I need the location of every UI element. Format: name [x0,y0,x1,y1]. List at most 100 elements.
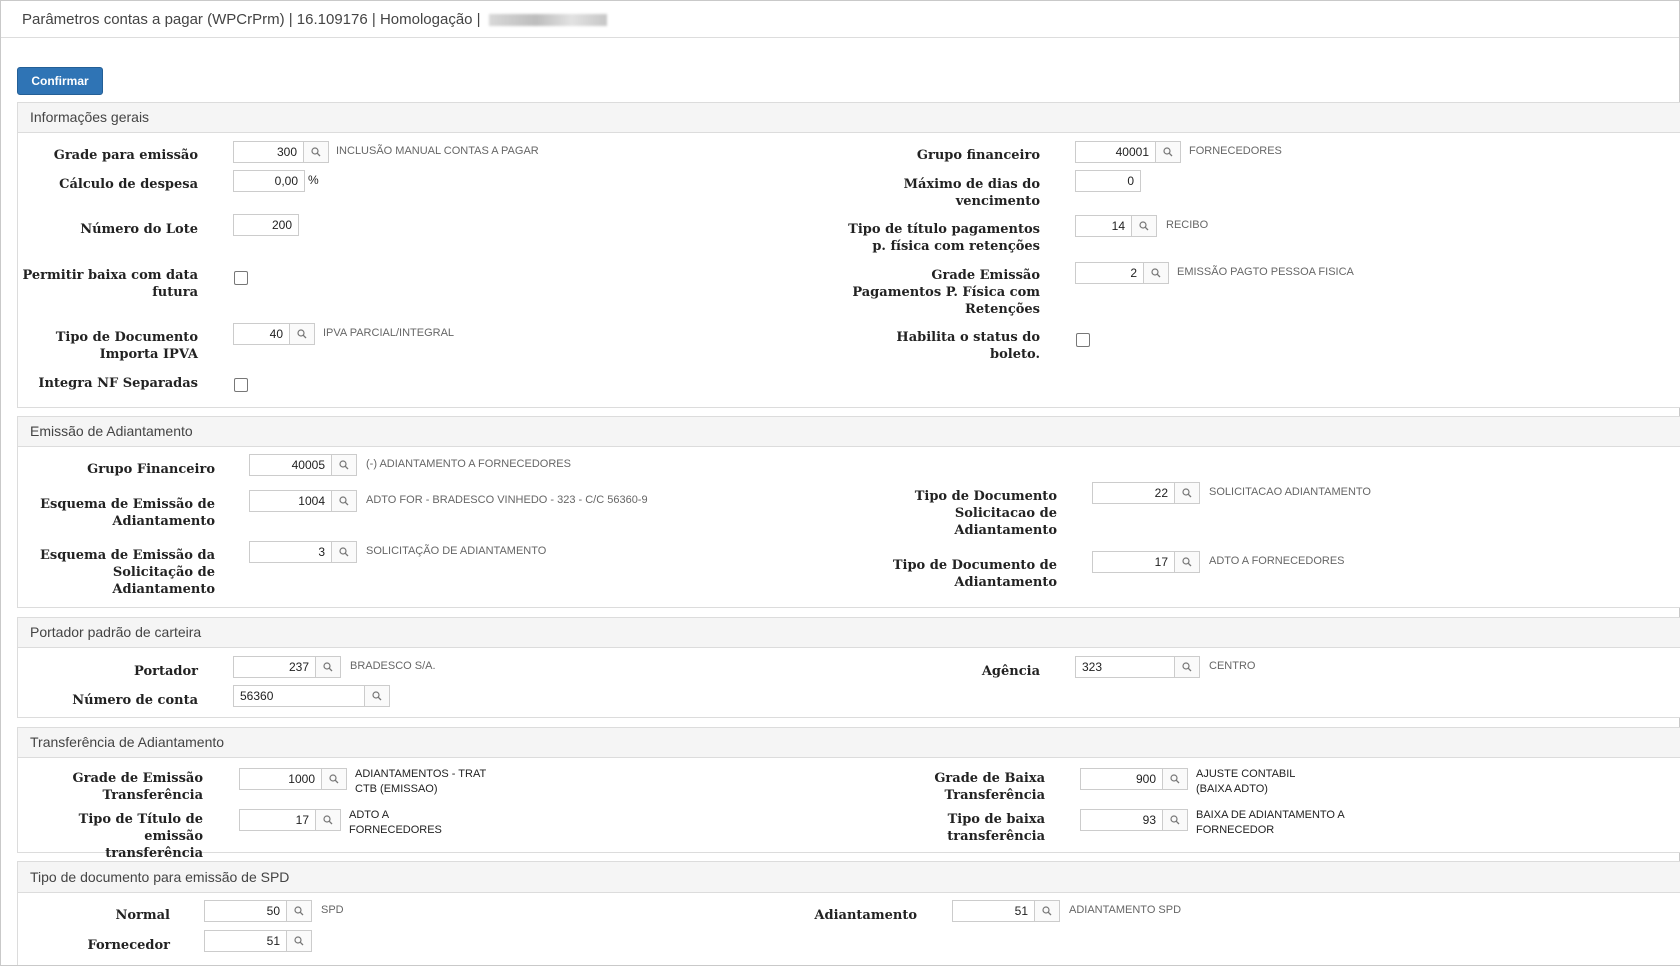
transf-grade-emissao-label: Grade de Emissão Transferência [72,771,203,803]
esquema-solicitacao-desc: SOLICITAÇÃO DE ADIANTAMENTO [366,545,547,557]
grade-emissao-pf-input[interactable]: 2 [1076,266,1143,280]
section-transferencia: Transferência de Adiantamento [17,727,1680,853]
adto-grupo-financeiro-input[interactable]: 40005 [250,458,331,472]
numero-lote-label: Número do Lote [80,222,198,237]
habilita-boleto-checkbox[interactable] [1076,333,1090,347]
numero-conta-input[interactable]: 56360 [234,689,364,703]
portador-input[interactable]: 237 [234,660,315,674]
tipo-titulo-pf-input[interactable]: 14 [1076,219,1131,233]
calculo-despesa-field[interactable]: 0,00 [233,170,305,192]
search-icon[interactable] [331,491,356,511]
tipo-doc-adiantamento-label: Tipo de Documento de Adiantamento [892,558,1057,590]
max-dias-input[interactable]: 0 [1076,174,1140,188]
grade-emissao-pf-desc: EMISSÃO PAGTO PESSOA FISICA [1177,266,1354,278]
tipo-doc-ipva-field[interactable]: 40 [233,323,315,345]
transf-grade-emissao-field[interactable]: 1000 [239,768,347,790]
tipo-doc-adiantamento-input[interactable]: 17 [1093,555,1174,569]
agencia-field[interactable]: 323 [1075,656,1200,678]
transf-grade-emissao-input[interactable]: 1000 [240,772,321,786]
grade-emissao-label: Grade para emissão [53,148,198,163]
max-dias-label: Máximo de dias do vencimento [903,177,1040,209]
tipo-titulo-pf-desc: RECIBO [1166,219,1209,231]
search-icon[interactable] [1155,142,1180,162]
transf-tipo-titulo-field[interactable]: 17 [239,809,341,831]
grupo-financeiro-field[interactable]: 40001 [1075,141,1181,163]
percent-unit: % [308,173,319,187]
search-icon[interactable] [364,686,389,706]
search-icon[interactable] [1162,810,1187,830]
search-icon[interactable] [1034,901,1059,921]
confirm-button[interactable]: Confirmar [17,67,103,95]
search-icon[interactable] [1162,769,1187,789]
section-title: Transferência de Adiantamento [18,728,1680,758]
permitir-baixa-checkbox[interactable] [234,271,248,285]
adto-grupo-financeiro-field[interactable]: 40005 [249,454,357,476]
portador-label: Portador [134,664,198,679]
max-dias-field[interactable]: 0 [1075,170,1141,192]
transf-tipo-baixa-field[interactable]: 93 [1080,809,1188,831]
tipo-doc-adiantamento-field[interactable]: 17 [1092,551,1200,573]
integra-nf-label: Integra NF Separadas [38,376,198,391]
habilita-boleto-label: Habilita o status do boleto. [896,330,1040,362]
transf-grade-baixa-field[interactable]: 900 [1080,768,1188,790]
tipo-titulo-pf-field[interactable]: 14 [1075,215,1157,237]
numero-conta-field[interactable]: 56360 [233,685,390,707]
search-icon[interactable] [331,542,356,562]
esquema-emissao-field[interactable]: 1004 [249,490,357,512]
title-bar: Parâmetros contas a pagar (WPCrPrm) | 16… [1,1,1679,38]
transf-tipo-titulo-input[interactable]: 17 [240,813,315,827]
esquema-emissao-desc: ADTO FOR - BRADESCO VINHEDO - 323 - C/C … [366,494,648,506]
spd-adiantamento-desc: ADIANTAMENTO SPD [1069,904,1182,916]
numero-conta-label: Número de conta [72,693,198,708]
spd-fornecedor-input[interactable]: 51 [205,934,286,948]
spd-fornecedor-field[interactable]: 51 [204,930,312,952]
numero-lote-field[interactable]: 200 [233,214,299,236]
grupo-financeiro-desc: FORNECEDORES [1189,145,1282,157]
calculo-despesa-input[interactable]: 0,00 [234,174,304,188]
transf-grade-emissao-desc: ADIANTAMENTOS - TRAT CTB (EMISSAO) [355,768,487,795]
spd-normal-field[interactable]: 50 [204,900,312,922]
transf-tipo-baixa-input[interactable]: 93 [1081,813,1162,827]
tipo-doc-ipva-input[interactable]: 40 [234,327,289,341]
search-icon[interactable] [331,455,356,475]
transf-grade-baixa-input[interactable]: 900 [1081,772,1162,786]
search-icon[interactable] [1174,552,1199,572]
spd-normal-input[interactable]: 50 [205,904,286,918]
spd-adiantamento-label: Adiantamento [814,908,917,923]
search-icon[interactable] [303,142,328,162]
transf-tipo-titulo-label: Tipo de Título de emissão transferência [78,812,203,861]
section-title: Informações gerais [18,103,1680,133]
permitir-baixa-label: Permitir baixa com data futura [22,268,198,300]
spd-adiantamento-input[interactable]: 51 [953,904,1034,918]
spd-adiantamento-field[interactable]: 51 [952,900,1060,922]
numero-lote-input[interactable]: 200 [234,218,298,232]
tipo-doc-solicitacao-field[interactable]: 22 [1092,482,1200,504]
portador-field[interactable]: 237 [233,656,341,678]
search-icon[interactable] [321,769,346,789]
search-icon[interactable] [1174,657,1199,677]
esquema-solicitacao-label: Esquema de Emissão da Solicitação de Adi… [39,548,215,597]
spd-normal-desc: SPD [321,904,344,916]
grupo-financeiro-input[interactable]: 40001 [1076,145,1155,159]
search-icon[interactable] [1174,483,1199,503]
adto-grupo-financeiro-label: Grupo Financeiro [87,462,215,477]
tipo-doc-solicitacao-input[interactable]: 22 [1093,486,1174,500]
agencia-input[interactable]: 323 [1076,660,1174,674]
search-icon[interactable] [315,810,340,830]
adto-grupo-financeiro-desc: (-) ADIANTAMENTO A FORNECEDORES [366,458,571,470]
esquema-emissao-input[interactable]: 1004 [250,494,331,508]
esquema-solicitacao-field[interactable]: 3 [249,541,357,563]
search-icon[interactable] [289,324,314,344]
esquema-solicitacao-input[interactable]: 3 [250,545,331,559]
search-icon[interactable] [1131,216,1156,236]
search-icon[interactable] [286,901,311,921]
search-icon[interactable] [286,931,311,951]
grade-emissao-pf-field[interactable]: 2 [1075,262,1169,284]
grade-emissao-input[interactable]: 300 [234,145,303,159]
search-icon[interactable] [1143,263,1168,283]
transf-tipo-titulo-desc: ADTO A FORNECEDORES [349,809,442,836]
transf-grade-baixa-label: Grade de Baixa Transferência [934,771,1045,803]
search-icon[interactable] [315,657,340,677]
grade-emissao-field[interactable]: 300 [233,141,329,163]
integra-nf-checkbox[interactable] [234,378,248,392]
